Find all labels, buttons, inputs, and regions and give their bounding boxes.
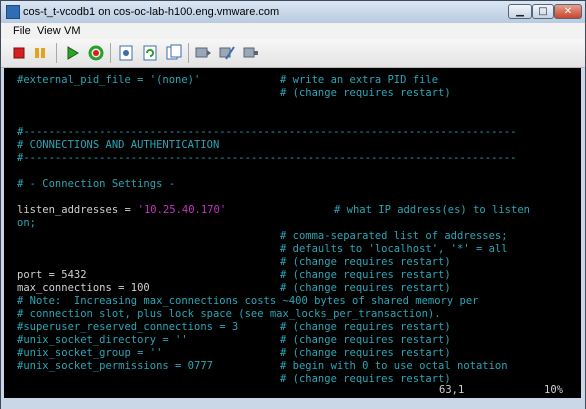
close-button[interactable]: ✕ (554, 4, 582, 19)
play-icon[interactable] (63, 44, 81, 62)
config-comment: # comma-separated list of addresses; (280, 230, 508, 242)
config-value: '10.25.40.170' (137, 204, 227, 216)
config-comment: # write an extra PID file (280, 74, 439, 86)
cursor-position: 63,1 (439, 384, 465, 396)
console-line: on; (17, 217, 36, 229)
minimize-button[interactable]: ▁ (508, 4, 532, 19)
config-key: listen_addresses = (17, 204, 138, 216)
toolbar (1, 39, 585, 68)
connect-device-icon[interactable] (242, 44, 260, 62)
menu-file[interactable]: File (13, 25, 31, 37)
edit-settings-icon[interactable] (218, 44, 236, 62)
console-line: #---------------------------------------… (17, 152, 517, 164)
config-comment: # (change requires restart) (280, 373, 451, 385)
console-line: #superuser_reserved_connections = 3 (17, 321, 239, 333)
console-line: # connection slot, plus lock space (see … (17, 308, 441, 320)
config-comment: # what IP address(es) to listen (334, 204, 530, 216)
console-line: # - Connection Settings - (17, 178, 176, 190)
toolbar-separator (188, 43, 189, 63)
window-bottom-border (1, 399, 585, 409)
config-comment: # (change requires restart) (280, 347, 451, 359)
vm-app-icon (6, 5, 20, 19)
console-line: #unix_socket_group = '' (17, 347, 163, 359)
title-bar[interactable]: cos-t_t-vcodb1 on cos-oc-lab-h100.eng.vm… (1, 1, 585, 23)
stop-icon[interactable] (10, 44, 28, 62)
console-line: #unix_socket_permissions = 0777 (17, 360, 213, 372)
config-key: port = 5432 (17, 269, 87, 281)
pause-icon[interactable] (31, 44, 49, 62)
toolbar-separator (110, 43, 111, 63)
menu-bar: File View VM (1, 23, 585, 39)
terminal-console[interactable]: #external_pid_file = '(none)' # write an … (4, 68, 581, 398)
console-line: #external_pid_file = '(none)' (17, 74, 201, 86)
maximize-button[interactable]: □ (532, 4, 554, 19)
config-comment: # (change requires restart) (280, 321, 451, 333)
manage-snapshots-icon[interactable] (165, 44, 183, 62)
vm-console-window: cos-t_t-vcodb1 on cos-oc-lab-h100.eng.vm… (0, 0, 586, 409)
config-comment: # (change requires restart) (280, 269, 451, 281)
console-line: #unix_socket_directory = '' (17, 334, 188, 346)
config-comment: # begin with 0 to use octal notation (280, 360, 508, 372)
console-line: #---------------------------------------… (17, 126, 517, 138)
config-comment: # (change requires restart) (280, 87, 451, 99)
revert-snapshot-icon[interactable] (141, 44, 159, 62)
config-comment: # defaults to 'localhost', '*' = all (280, 243, 508, 255)
menu-view[interactable]: View (37, 25, 61, 37)
scroll-percent: 10% (544, 384, 563, 396)
config-comment: # (change requires restart) (280, 256, 451, 268)
console-line: # CONNECTIONS AND AUTHENTICATION (17, 139, 220, 151)
config-key: max_connections = 100 (17, 282, 150, 294)
console-line: # Note: Increasing max_connections costs… (17, 295, 479, 307)
reset-icon[interactable] (87, 44, 105, 62)
config-comment: # (change requires restart) (280, 282, 451, 294)
config-comment: # (change requires restart) (280, 334, 451, 346)
window-title: cos-t_t-vcodb1 on cos-oc-lab-h100.eng.vm… (23, 6, 280, 18)
snapshot-icon[interactable] (117, 44, 135, 62)
toolbar-separator (56, 43, 57, 63)
menu-vm[interactable]: VM (64, 25, 81, 37)
vm-settings-icon[interactable] (194, 44, 212, 62)
